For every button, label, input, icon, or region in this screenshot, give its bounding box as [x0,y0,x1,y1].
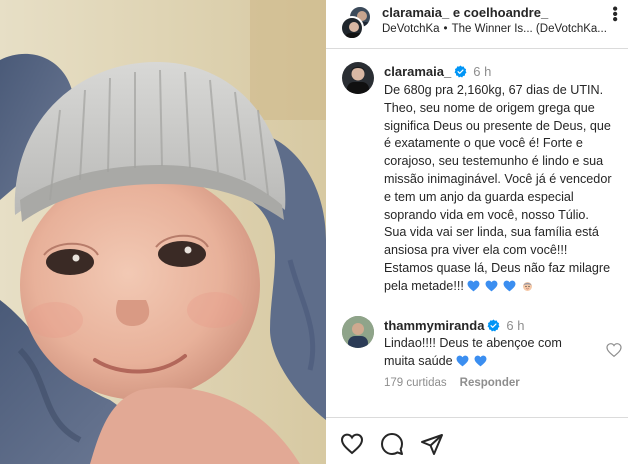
comment-line: Lindao!!!! Deus te abençoe com [384,336,562,350]
post-detail-panel: claramaia_ e coelhoandre_ DeVotchKa • The … [326,0,628,464]
action-bar [326,418,628,464]
blue-heart-icon [485,280,498,292]
post-photo[interactable] [0,0,326,464]
comment-line-text: muita saúde [384,353,453,368]
caption-header: claramaia_ 6 h [384,64,491,79]
verified-badge-icon [454,65,467,78]
emoji-group [456,355,487,367]
blue-heart-icon [503,280,516,292]
caption-line: é exatamente o que você é! Forte e [384,136,583,151]
baby-photo-illustration [0,0,326,464]
caption-line: missão inimaginável. Você já é vencedor [384,171,612,186]
blue-heart-icon [474,355,487,367]
comment-likes[interactable]: 179 curtidas [384,377,447,389]
audio-track[interactable]: The Winner Is... (DeVotchKa... [452,23,607,35]
caption-line-text: pela metade!!! [384,278,464,293]
caption-text: De 680g pra 2,160kg, 67 dias de UTIN. Th… [384,82,624,296]
comment-username[interactable]: thammymiranda [384,318,484,333]
verified-badge-icon [487,319,500,332]
caption-line: corajoso, seu testemunho é lindo e sua [384,154,604,169]
comment-text: Lindao!!!! Deus te abençoe com muita saú… [384,335,594,371]
baby-emoji-icon [522,281,532,291]
caption-line: Sua vida vai ser linda, sua família está [384,225,599,240]
post-authors[interactable]: claramaia_ e coelhoandre_ [382,5,548,20]
blue-heart-icon [467,280,480,292]
caption-time: 6 h [473,64,492,79]
share-send-icon[interactable] [420,432,444,456]
comment-line-last: muita saúde [384,353,594,371]
caption-line: Theo, seu nome de origem grega que [384,100,595,115]
caption-line: Estamos quase lá, Deus não faz milagre [384,260,611,275]
comment-time: 6 h [506,318,525,333]
header-divider [326,48,628,49]
audio-artist[interactable]: DeVotchKa [382,23,440,35]
caption-line: significa Deus ou presente de Deus, que [384,118,611,133]
caption-avatar[interactable] [342,62,374,94]
audio-separator: • [443,23,448,35]
caption-line-last: pela metade!!! [384,278,624,296]
comment-bubble-icon[interactable] [380,432,404,456]
avatar-claramaia[interactable] [340,16,364,40]
comment-like-heart-icon[interactable] [606,342,622,358]
blue-heart-icon [456,355,469,367]
caption-username[interactable]: claramaia_ [384,64,451,79]
caption-line: De 680g pra 2,160kg, 67 dias de UTIN. [384,83,604,97]
post-header: claramaia_ e coelhoandre_ DeVotchKa • The … [326,0,628,48]
like-heart-icon[interactable] [340,432,364,456]
comment-header: thammymiranda 6 h [384,318,525,333]
audio-info[interactable]: DeVotchKa • The Winner Is... (DeVotchKa... [382,23,607,35]
comment-meta: 179 curtidas Responder [384,377,520,389]
caption-line: e tem um anjo da guarda especial [384,189,574,204]
reply-button[interactable]: Responder [460,377,520,389]
caption-line: ansiosa pra viver ela com você!!! [384,243,568,258]
caption-line: soprando vida em você, nosso Túlio. [384,207,589,222]
emoji-group [467,280,534,292]
more-options-icon[interactable]: ••• [606,6,623,22]
comment-avatar[interactable] [342,316,374,348]
collab-avatars[interactable] [340,5,374,41]
